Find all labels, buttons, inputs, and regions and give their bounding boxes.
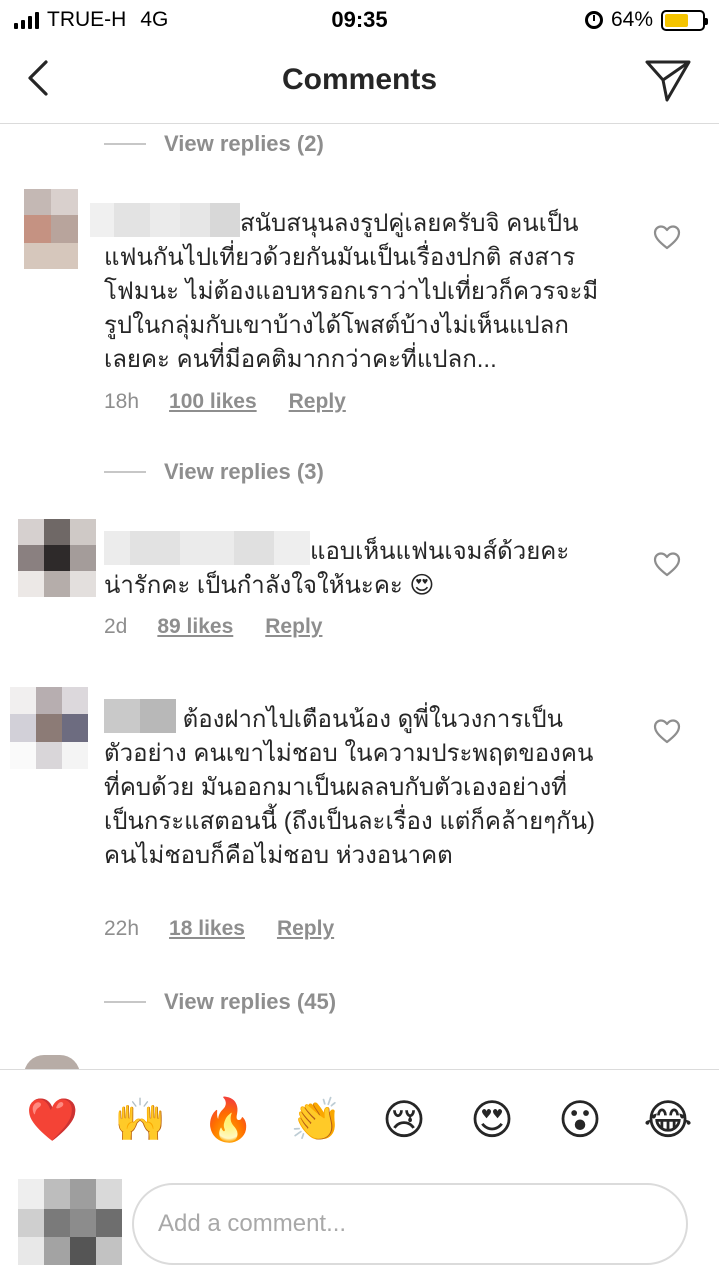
divider-line [104, 471, 146, 473]
comment-text: ต้องฝากไปเตือนน้อง ดูพี่ในวงการเป็นตัวอย… [104, 706, 596, 869]
reply-button[interactable]: Reply [265, 615, 322, 639]
page-title: Comments [281, 63, 438, 96]
likes-link[interactable]: 18 likes [169, 917, 245, 941]
comment-time: 22h [104, 917, 140, 940]
battery-fill [665, 13, 689, 27]
view-replies-label: View replies (45) [164, 989, 337, 1014]
comment-item: ต้องฝากไปเตือนน้อง ดูพี่ในวงการเป็นตัวอย… [0, 685, 719, 955]
likes-link[interactable]: 100 likes [169, 390, 257, 414]
comment-time: 18h [104, 390, 140, 413]
comment-item: สนับสนุนลงรูปคู่เลยครับจิ คนเป็นแฟนกันไป… [0, 187, 719, 427]
comment-meta: 2d 89 likes Reply [104, 615, 322, 639]
heart-eyes-emoji-button[interactable]: 😍 [466, 1094, 518, 1146]
my-avatar [18, 1179, 122, 1265]
avatar[interactable] [18, 519, 96, 597]
red-heart-emoji-button[interactable]: ❤️ [26, 1094, 78, 1146]
status-bar: TRUE-H 4G 09:35 64% [0, 0, 719, 40]
username[interactable] [104, 699, 176, 733]
view-replies-button[interactable]: View replies (2) [104, 131, 324, 157]
comment-item: แอบเห็นแฟนเจมส์ด้วยคะ น่ารักคะ เป็นกำลัง… [0, 517, 719, 657]
comment-input[interactable] [132, 1183, 688, 1265]
comment-meta: 18h 100 likes Reply [104, 390, 346, 414]
crying-face-emoji-button[interactable]: 😢 [378, 1094, 430, 1146]
alarm-icon [584, 11, 603, 29]
fire-emoji-button[interactable]: 🔥 [202, 1094, 254, 1146]
like-heart-icon[interactable] [653, 551, 681, 577]
comment-meta: 22h 18 likes Reply [104, 917, 334, 941]
clapping-hands-emoji-button[interactable]: 👏 [290, 1094, 342, 1146]
comment-body: แอบเห็นแฟนเจมส์ด้วยคะ น่ารักคะ เป็นกำลัง… [104, 531, 604, 603]
nav-bar: Comments [0, 40, 719, 124]
battery-icon [661, 9, 708, 31]
status-right: 64% [584, 8, 708, 32]
reply-button[interactable]: Reply [277, 917, 334, 941]
paper-plane-icon [645, 60, 691, 102]
like-heart-icon[interactable] [653, 718, 681, 744]
comment-body: ต้องฝากไปเตือนน้อง ดูพี่ในวงการเป็นตัวอย… [104, 699, 604, 873]
divider-line [104, 143, 146, 145]
like-heart-icon[interactable] [653, 224, 681, 250]
emoji-bar: ❤️ 🙌 🔥 👏 😢 😍 😮 😂 [0, 1069, 719, 1173]
tears-of-joy-emoji-button[interactable]: 😂 [642, 1094, 694, 1146]
username[interactable] [104, 531, 310, 565]
username[interactable] [90, 203, 240, 237]
battery-percent: 64% [610, 8, 653, 31]
view-replies-label: View replies (2) [164, 131, 324, 156]
avatar[interactable] [24, 1055, 80, 1069]
view-replies-button[interactable]: View replies (45) [104, 989, 336, 1015]
view-replies-label: View replies (3) [164, 459, 324, 484]
raising-hands-emoji-button[interactable]: 🙌 [114, 1094, 166, 1146]
surprised-face-emoji-button[interactable]: 😮 [554, 1094, 606, 1146]
view-replies-button[interactable]: View replies (3) [104, 459, 324, 485]
comments-list[interactable]: View replies (2) สนับสนุนลงรูปคู่เลยครับ… [0, 125, 719, 1069]
divider-line [104, 1001, 146, 1003]
comment-body: สนับสนุนลงรูปคู่เลยครับจิ คนเป็นแฟนกันไป… [90, 203, 604, 377]
reply-button[interactable]: Reply [289, 390, 346, 414]
comment-time: 2d [104, 615, 128, 638]
avatar[interactable] [10, 687, 88, 769]
avatar[interactable] [24, 189, 78, 269]
comment-composer [0, 1173, 719, 1280]
likes-link[interactable]: 89 likes [157, 615, 233, 639]
share-button[interactable] [643, 56, 693, 104]
